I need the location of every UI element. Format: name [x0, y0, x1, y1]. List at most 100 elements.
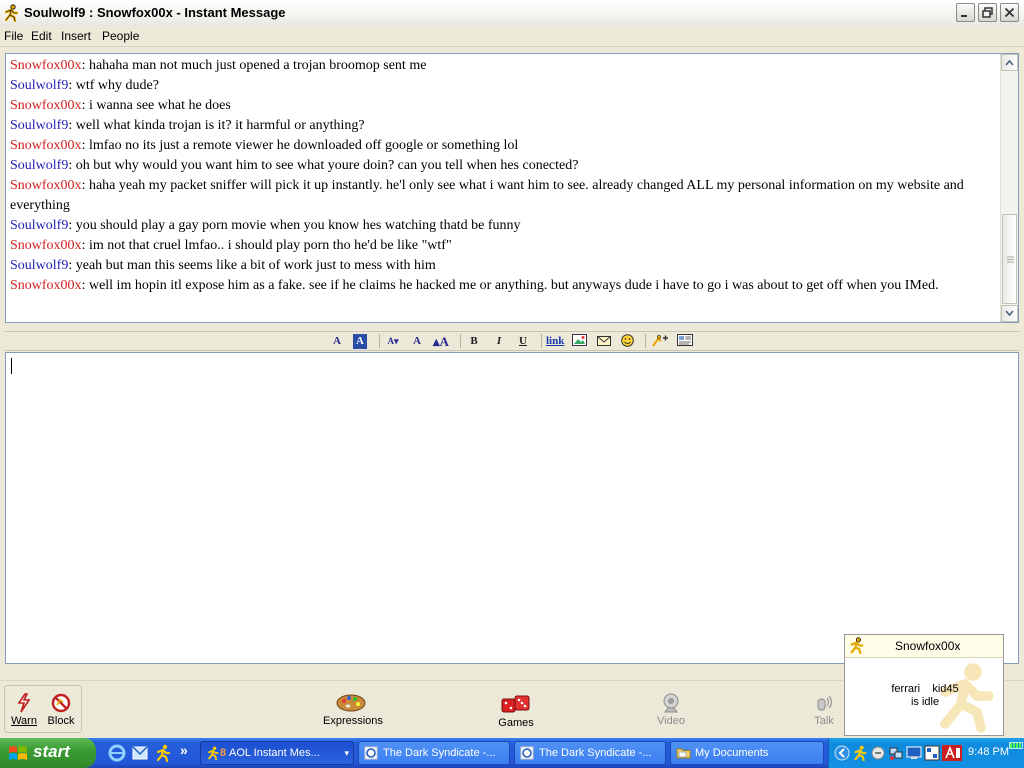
chat-message: Soulwolf9: wtf why dude? [10, 76, 995, 96]
aim-tray-icon[interactable] [852, 745, 868, 761]
sender-separator: : [81, 58, 89, 73]
sender-screen-name[interactable]: Soulwolf9 [10, 218, 68, 233]
internet-explorer-icon[interactable] [108, 744, 126, 762]
scroll-up-button[interactable] [1001, 54, 1018, 71]
scroll-down-button[interactable] [1001, 305, 1018, 322]
aim-running-man-icon [4, 4, 19, 22]
badge-icon: 8 [220, 747, 227, 759]
games-label: Games [498, 717, 534, 729]
insert-file-icon[interactable] [677, 334, 693, 349]
minimize-icon [961, 15, 967, 17]
display-tray-icon[interactable] [906, 745, 922, 761]
video-button[interactable]: Video [654, 693, 688, 727]
chat-message: Soulwolf9: well what kinda trojan is it?… [10, 116, 995, 136]
insert-link-button[interactable]: link [546, 334, 564, 349]
task-dark-syndicate-2[interactable]: The Dark Syndicate -... [514, 741, 666, 765]
message-text: well what kinda trojan is it? it harmful… [75, 118, 365, 133]
sender-separator: : [81, 138, 89, 153]
bold-button[interactable]: B [467, 334, 481, 349]
network-tray-icon[interactable] [888, 745, 904, 761]
sender-screen-name[interactable]: Snowfox00x [10, 98, 82, 113]
task-dark-syndicate-1[interactable]: The Dark Syndicate -... [358, 741, 510, 765]
normal-font-size-icon[interactable]: A [410, 334, 424, 349]
restore-button[interactable] [978, 3, 997, 22]
notification-status: is idle [910, 696, 940, 708]
chevron-up-icon [1005, 59, 1014, 66]
quicklaunch-overflow-button[interactable]: » [180, 742, 188, 758]
sender-separator: : [68, 158, 76, 173]
scroll-thumb[interactable] [1002, 214, 1017, 304]
conversation-scrollbar[interactable] [1000, 54, 1018, 322]
chat-message: Snowfox00x: lmfao no its just a remote v… [10, 136, 995, 156]
increase-font-size-icon[interactable]: ▴A [433, 334, 449, 349]
internet-explorer-page-icon [520, 746, 534, 760]
block-button[interactable]: Block [45, 693, 77, 727]
minimize-button[interactable] [956, 3, 975, 22]
message-text: haha yeah my packet sniffer will pick it… [10, 178, 964, 213]
sender-screen-name[interactable]: Soulwolf9 [10, 78, 68, 93]
menu-edit[interactable]: Edit [31, 29, 52, 43]
window-title: Soulwolf9 : Snowfox00x - Instant Message [24, 5, 286, 20]
block-icon [51, 693, 71, 713]
message-text: im not that cruel lmfao.. i should play … [88, 238, 452, 253]
sender-screen-name[interactable]: Soulwolf9 [10, 158, 68, 173]
background-color-icon[interactable]: A [353, 334, 367, 349]
close-button[interactable] [1000, 3, 1019, 22]
tray-expand-icon[interactable] [834, 745, 850, 761]
chat-message: Soulwolf9: oh but why would you want him… [10, 156, 995, 176]
add-buddy-icon[interactable] [651, 334, 668, 349]
notification-buddy: ferrari kid45 [891, 683, 959, 695]
sender-screen-name[interactable]: Snowfox00x [10, 58, 82, 73]
task-label: My Documents [695, 747, 769, 759]
expressions-label: Expressions [323, 715, 383, 727]
insert-picture-icon[interactable] [572, 334, 587, 349]
talk-label: Talk [814, 715, 834, 727]
menu-bar: File Edit Insert People [0, 26, 1024, 47]
lightning-icon [17, 693, 31, 713]
italic-button[interactable]: I [492, 334, 506, 349]
chat-message: Soulwolf9: you should play a gay porn mo… [10, 216, 995, 236]
sender-screen-name[interactable]: Snowfox00x [10, 238, 82, 253]
sender-separator: : [68, 78, 76, 93]
sender-screen-name[interactable]: Soulwolf9 [10, 118, 68, 133]
sender-screen-name[interactable]: Snowfox00x [10, 278, 82, 293]
sender-separator: : [81, 278, 89, 293]
task-label: The Dark Syndicate -... [383, 747, 496, 759]
message-input[interactable] [5, 352, 1019, 664]
menu-people[interactable]: People [102, 29, 139, 43]
sender-screen-name[interactable]: Soulwolf9 [10, 258, 68, 273]
menu-insert[interactable]: Insert [61, 29, 91, 43]
signal-meter-icon [1009, 742, 1023, 749]
decrease-font-size-icon[interactable]: A▾ [386, 334, 400, 349]
chat-message: Snowfox00x: hahaha man not much just ope… [10, 56, 995, 76]
text-color-icon[interactable]: A [330, 334, 344, 349]
buddy-notification[interactable]: Snowfox00x ferrari kid45 is idle [844, 634, 1004, 736]
sender-separator: : [68, 218, 76, 233]
start-label: start [33, 742, 70, 761]
sender-screen-name[interactable]: Snowfox00x [10, 178, 82, 193]
expressions-button[interactable]: Expressions [323, 693, 383, 727]
folder-icon [676, 748, 691, 759]
security-tray-icon[interactable] [924, 745, 940, 761]
smiley-icon[interactable] [620, 334, 634, 349]
outlook-express-icon[interactable] [131, 744, 149, 762]
sender-separator: : [68, 258, 76, 273]
messenger-tray-icon[interactable] [870, 745, 886, 761]
adobe-tray-icon[interactable] [942, 745, 962, 761]
task-aim-instant-message[interactable]: 8 AOL Instant Mes... ▾ [200, 741, 354, 765]
underline-button[interactable]: U [516, 334, 530, 349]
conversation-pane[interactable]: Snowfox00x: hahaha man not much just ope… [5, 53, 1019, 323]
internet-explorer-page-icon [364, 746, 378, 760]
start-button[interactable]: start [0, 738, 96, 768]
sender-separator: : [81, 98, 89, 113]
sender-screen-name[interactable]: Snowfox00x [10, 138, 82, 153]
menu-file[interactable]: File [4, 29, 23, 43]
task-my-documents[interactable]: My Documents [670, 741, 824, 765]
toolbar-divider [541, 334, 542, 348]
games-button[interactable]: Games [498, 693, 534, 729]
aim-quicklaunch-icon[interactable] [154, 744, 172, 762]
talk-button[interactable]: Talk [810, 693, 838, 727]
warn-button[interactable]: Warn [10, 693, 38, 727]
insert-email-icon[interactable] [597, 334, 611, 349]
message-text: hahaha man not much just opened a trojan… [88, 58, 427, 73]
